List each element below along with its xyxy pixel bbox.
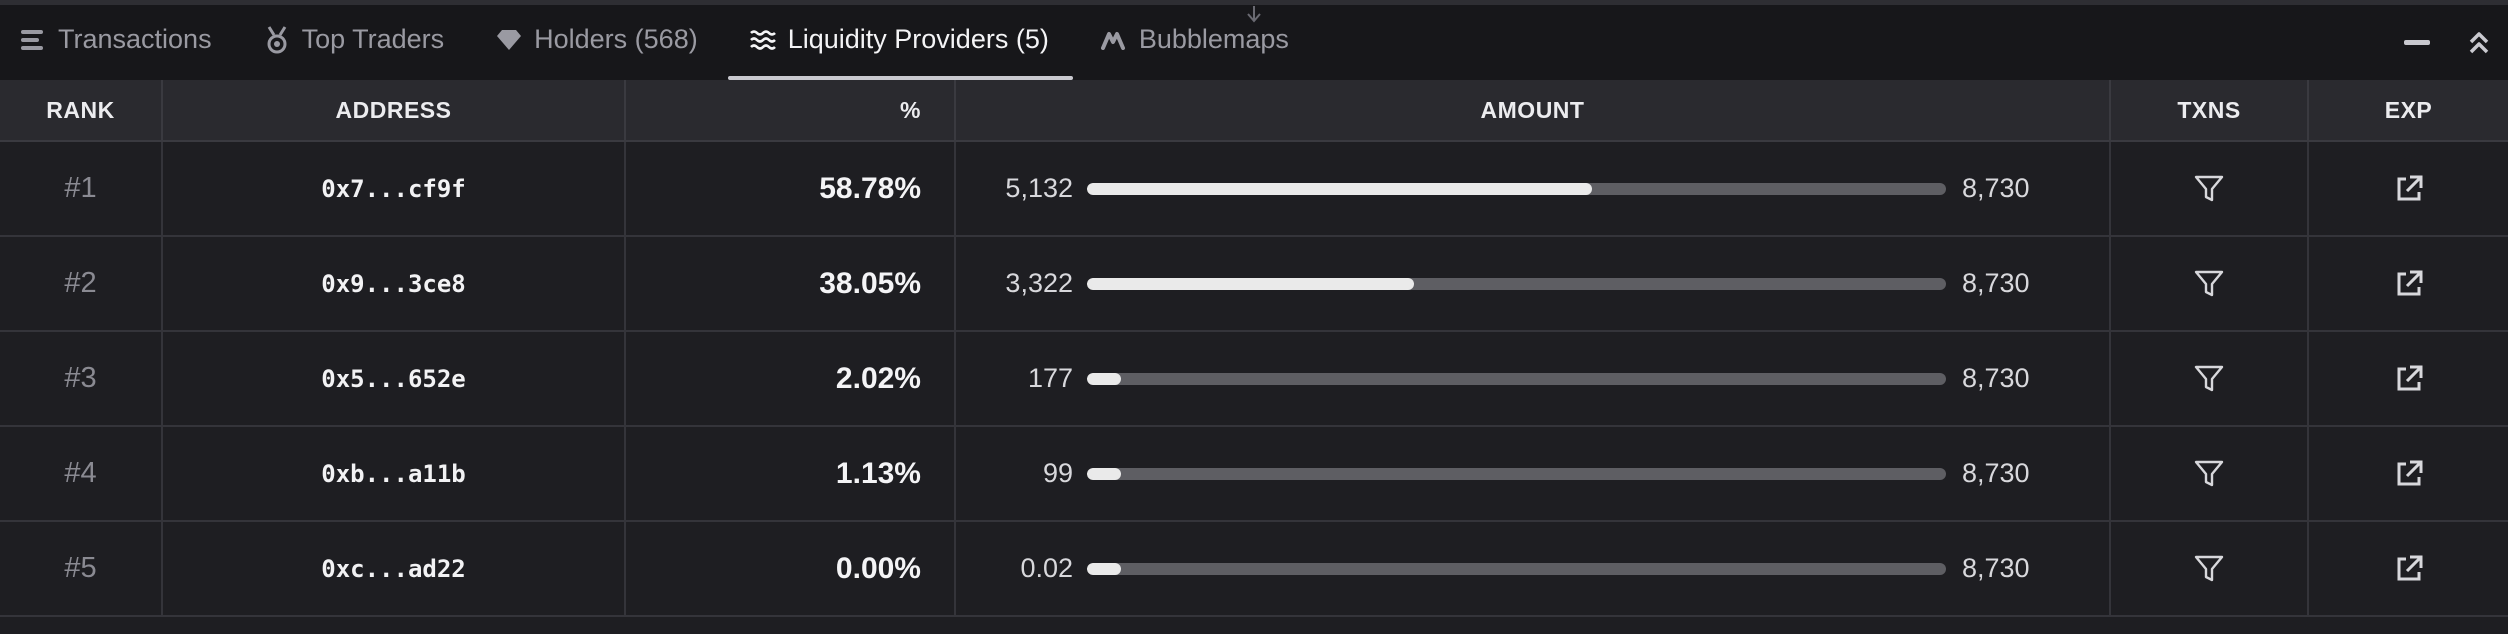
- filter-icon: [2194, 555, 2224, 581]
- table-row: #5 0xc...ad22 0.00% 0.02 8,730: [0, 521, 2508, 617]
- column-header-percent[interactable]: %: [625, 80, 956, 142]
- percent-cell: 1.13%: [625, 426, 956, 522]
- percent-cell: 58.78%: [625, 141, 956, 237]
- window-controls: [2400, 5, 2496, 80]
- amount-value: 3,322: [1005, 268, 1073, 298]
- percent-cell: 0.00%: [625, 521, 956, 617]
- amount-bar-fill: [1087, 467, 1122, 480]
- external-link-icon: [2394, 175, 2424, 200]
- table-row: #1 0x7...cf9f 58.78% 5,132 8,730: [0, 141, 2508, 237]
- column-header-exp[interactable]: EXP: [2308, 80, 2508, 142]
- liquidity-providers-table: RANK ADDRESS % AMOUNT TXNS EXP #1 0x7...…: [0, 80, 2508, 617]
- amount-cell: 5,132 8,730: [955, 141, 2111, 237]
- filter-icon: [2194, 460, 2224, 486]
- address-cell[interactable]: 0xc...ad22: [162, 521, 626, 617]
- external-link-icon: [2394, 460, 2424, 485]
- rank-cell: #3: [0, 331, 163, 427]
- amount-bar-track: [1087, 182, 1946, 195]
- tab-top-traders[interactable]: Top Traders: [264, 5, 469, 80]
- explorer-link-button[interactable]: [2308, 426, 2508, 522]
- external-link-icon: [2394, 555, 2424, 580]
- table-header-row: RANK ADDRESS % AMOUNT TXNS EXP: [0, 80, 2508, 142]
- bottom-strip: [0, 617, 2508, 628]
- amount-cell: 99 8,730: [955, 426, 2111, 522]
- explorer-link-button[interactable]: [2308, 521, 2508, 617]
- table-row: #2 0x9...3ce8 38.05% 3,322 8,730: [0, 236, 2508, 332]
- rank-cell: #4: [0, 426, 163, 522]
- filter-icon: [2194, 175, 2224, 201]
- address-cell[interactable]: 0x7...cf9f: [162, 141, 626, 237]
- rank-cell: #2: [0, 236, 163, 332]
- rank-cell: #5: [0, 521, 163, 617]
- amount-total: 8,730: [1962, 363, 2030, 393]
- list-icon: [20, 27, 46, 53]
- bubblemaps-icon: [1100, 27, 1127, 53]
- rank-cell: #1: [0, 141, 163, 237]
- tab-transactions[interactable]: Transactions: [20, 5, 236, 80]
- amount-bar-track: [1087, 372, 1946, 385]
- waves-icon: [749, 27, 776, 53]
- amount-cell: 177 8,730: [955, 331, 2111, 427]
- percent-cell: 2.02%: [625, 331, 956, 427]
- amount-bar-fill: [1087, 277, 1414, 290]
- tab-label: Transactions: [58, 24, 212, 54]
- amount-total: 8,730: [1962, 553, 2030, 583]
- explorer-link-button[interactable]: [2308, 141, 2508, 237]
- tab-holders[interactable]: Holders (568): [496, 5, 722, 80]
- address-cell[interactable]: 0xb...a11b: [162, 426, 626, 522]
- tab-label: Holders (568): [534, 24, 698, 54]
- amount-value: 5,132: [1005, 173, 1073, 203]
- amount-value: 177: [1027, 363, 1073, 393]
- tab-bar: Transactions Top Traders Holders (568) L…: [0, 5, 2508, 80]
- address-cell[interactable]: 0x9...3ce8: [162, 236, 626, 332]
- percent-cell: 38.05%: [625, 236, 956, 332]
- txns-filter-button[interactable]: [2110, 426, 2309, 522]
- txns-filter-button[interactable]: [2110, 236, 2309, 332]
- medal-icon: [264, 25, 290, 53]
- amount-total: 8,730: [1962, 268, 2030, 298]
- tab-label: Top Traders: [301, 24, 445, 54]
- txns-filter-button[interactable]: [2110, 141, 2309, 237]
- amount-cell: 0.02 8,730: [955, 521, 2111, 617]
- amount-bar-fill: [1087, 372, 1122, 385]
- column-header-rank[interactable]: RANK: [0, 80, 163, 142]
- txns-filter-button[interactable]: [2110, 331, 2309, 427]
- amount-bar-track: [1087, 562, 1946, 575]
- amount-total: 8,730: [1962, 173, 2030, 203]
- address-cell[interactable]: 0x5...652e: [162, 331, 626, 427]
- drag-handle-icon[interactable]: [1244, 3, 1264, 25]
- external-link-icon: [2394, 270, 2424, 295]
- filter-icon: [2194, 365, 2224, 391]
- amount-bar-track: [1087, 277, 1946, 290]
- tab-liquidity-providers[interactable]: Liquidity Providers (5): [727, 5, 1073, 80]
- tab-label: Liquidity Providers (5): [787, 24, 1049, 54]
- column-header-amount[interactable]: AMOUNT: [955, 80, 2111, 142]
- column-header-txns[interactable]: TXNS: [2110, 80, 2309, 142]
- tab-label: Bubblemaps: [1138, 24, 1289, 54]
- collapse-up-icon[interactable]: [2462, 26, 2496, 60]
- explorer-link-button[interactable]: [2308, 236, 2508, 332]
- external-link-icon: [2394, 365, 2424, 390]
- amount-bar-fill: [1087, 182, 1592, 195]
- minimize-icon[interactable]: [2400, 26, 2434, 60]
- column-header-address[interactable]: ADDRESS: [162, 80, 626, 142]
- amount-bar-track: [1087, 467, 1946, 480]
- explorer-link-button[interactable]: [2308, 331, 2508, 427]
- table-row: #4 0xb...a11b 1.13% 99 8,730: [0, 426, 2508, 522]
- diamond-icon: [496, 27, 522, 53]
- tab-bubblemaps[interactable]: Bubblemaps: [1100, 5, 1313, 80]
- amount-total: 8,730: [1962, 458, 2030, 488]
- filter-icon: [2194, 270, 2224, 296]
- table-row: #3 0x5...652e 2.02% 177 8,730: [0, 331, 2508, 427]
- amount-value: 0.02: [1020, 553, 1073, 583]
- amount-bar-fill: [1087, 562, 1122, 575]
- txns-filter-button[interactable]: [2110, 521, 2309, 617]
- amount-value: 99: [1042, 458, 1073, 488]
- amount-cell: 3,322 8,730: [955, 236, 2111, 332]
